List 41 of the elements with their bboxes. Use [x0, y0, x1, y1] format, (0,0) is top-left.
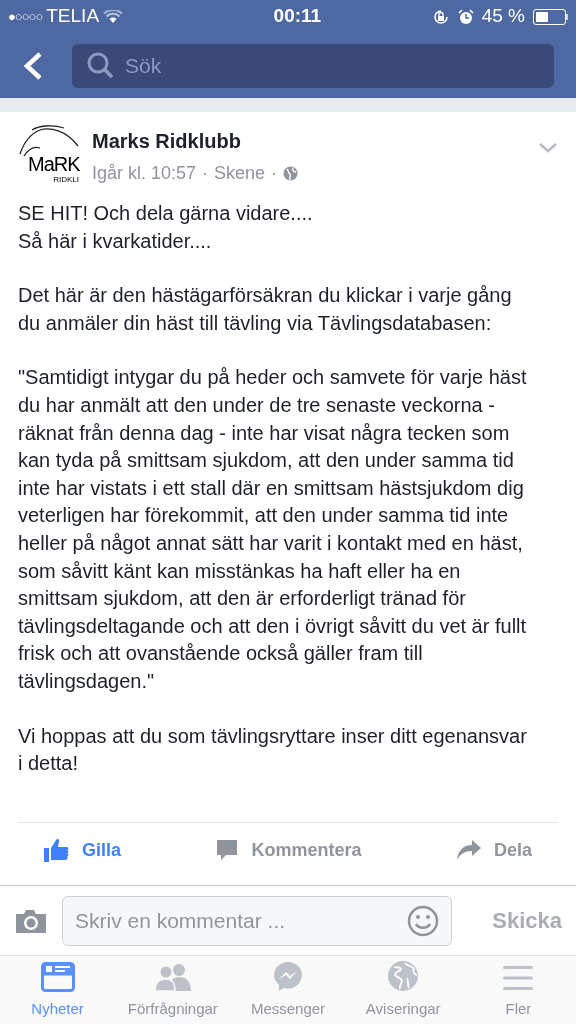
post-paragraph: "Samtidigt intygar du på heder och samvete för varje häst du har anmält att den under de tre senaste veckorna - räknat från denna dag - inte har visat några tecken som kan tyda på smittsam sjukdom, att den under samma tid inte har vistats i ett stall där en smittsam hästsjukdom dig veterligen har förekommit, att den under samma tid inte heller på något annat sätt har varit i kontakt med en häst, som såvitt känt kan misstänkas ha haft eller ha en smittsam sjukdom, att den är erforderligt tränad för tävlingsdeltagande och att den i övrigt såvitt du vet är fullt frisk och att ovanstående också gäller fram till tävlingsdagen."	[18, 365, 528, 694]
post-paragraph: SE HIT! Och dela gärna vidare.... Så här i kvarkatider....	[18, 201, 314, 254]
post-location[interactable]: Skene	[214, 160, 266, 187]
smiley-icon[interactable]	[407, 904, 439, 937]
speech-bubble-icon	[215, 838, 240, 862]
alarm-clock-icon	[457, 8, 474, 25]
like-button[interactable]: Gilla	[44, 836, 121, 864]
share-arrow-icon	[455, 839, 482, 861]
rotation-lock-icon	[431, 7, 450, 26]
messenger-icon	[272, 959, 304, 992]
clock-time: 00:11	[273, 4, 322, 29]
tab[interactable]: Förfrågningar	[115, 956, 231, 1024]
tab[interactable]: Aviseringar	[345, 956, 461, 1024]
back-icon[interactable]	[22, 50, 44, 81]
separator-dot: ·	[202, 162, 209, 185]
news-feed-icon	[40, 961, 75, 992]
comment-button[interactable]: Kommentera	[215, 836, 362, 864]
globe-icon	[283, 166, 299, 181]
page-name[interactable]: Marks Ridklubb	[92, 126, 538, 156]
post-paragraph: Det här är den hästägarförsäkran du klickar i varje gång du anmäler din häst till tävling via Tävlingsdatabasen:	[18, 283, 513, 336]
chevron-down-icon[interactable]	[538, 142, 558, 154]
post-paragraph: Vi hoppas att du som tävlingsryttare inser ditt egenansvar i detta!	[18, 723, 528, 777]
comment-field[interactable]: Skriv en kommentar ...	[62, 895, 452, 946]
post-time[interactable]: Igår kl. 10:57	[92, 160, 197, 187]
globe-icon	[387, 959, 420, 992]
people-icon	[153, 961, 192, 992]
camera-icon[interactable]	[14, 907, 48, 934]
thumbs-up-icon	[44, 837, 70, 863]
battery-percentage: 45 %	[481, 4, 525, 29]
menu-icon	[502, 963, 535, 992]
search-icon	[86, 51, 115, 80]
signal-strength: ●○○○○	[8, 7, 43, 26]
share-button[interactable]: Dela	[455, 836, 532, 864]
battery-icon	[533, 8, 568, 25]
carrier-name: TELIA	[46, 4, 100, 29]
tab[interactable]: Nyheter	[0, 956, 116, 1024]
separator-dot: ·	[271, 162, 278, 185]
search-field[interactable]: Sök	[72, 43, 554, 88]
tab[interactable]: Fler	[460, 956, 576, 1024]
tab[interactable]: Messenger	[230, 956, 346, 1024]
wifi-icon	[103, 9, 124, 24]
